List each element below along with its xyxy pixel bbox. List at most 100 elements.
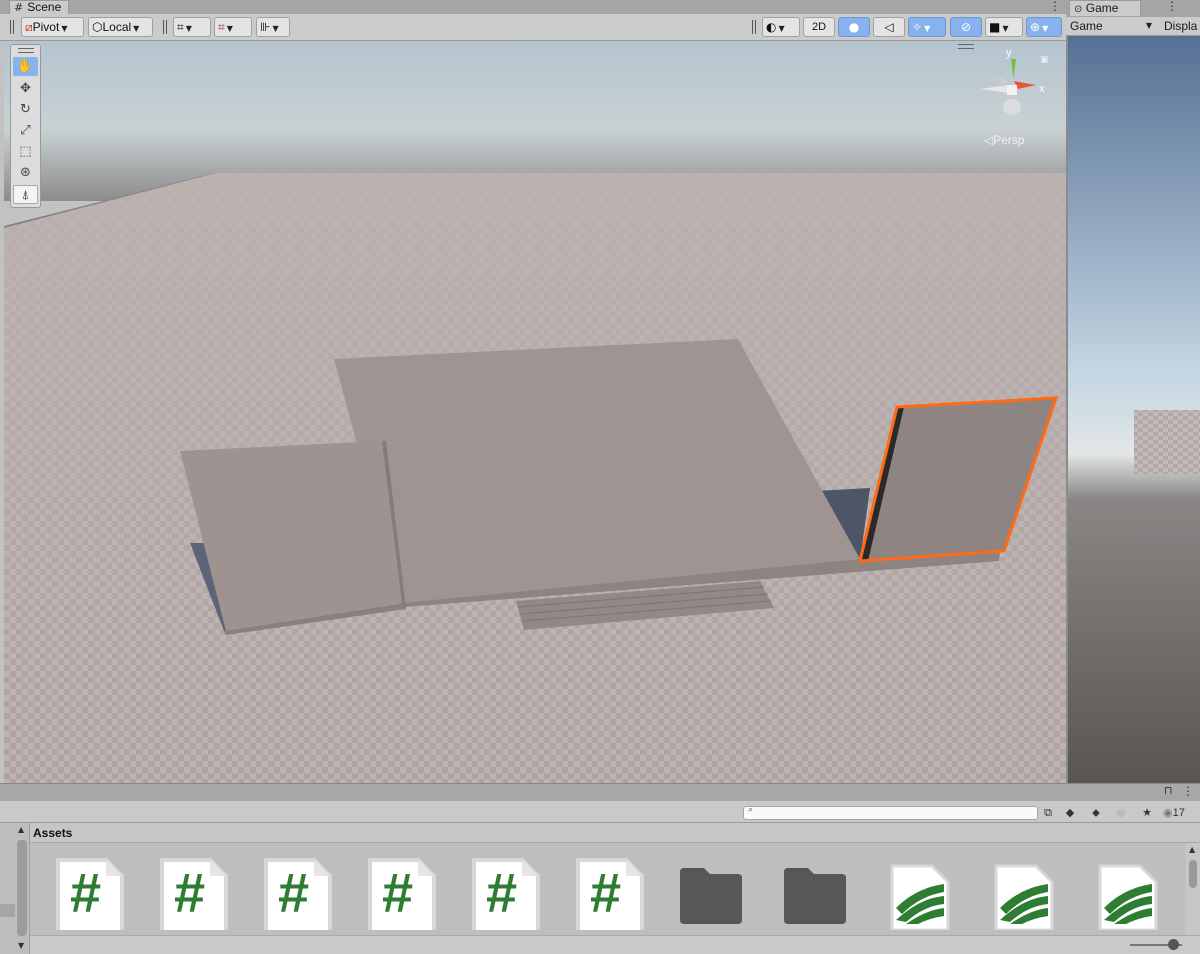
filter-label-button[interactable]: ⬥ — [1088, 805, 1104, 821]
hand-tool-button[interactable]: ✋ — [13, 57, 38, 76]
scene-viewport[interactable]: y x ▣ — [4, 41, 1066, 783]
chevron-down-icon: ▼ — [61, 24, 68, 33]
game-view-label: Game — [1070, 19, 1103, 33]
transform-tool-button[interactable]: ⊛ — [13, 163, 38, 182]
projection-toggle[interactable]: ◁Persp — [984, 133, 1025, 147]
toolbar-grip-right[interactable] — [752, 20, 756, 34]
chevron-down-icon: ▼ — [226, 24, 233, 33]
increment-snap-toggle[interactable]: ⌗ ▼ — [214, 17, 252, 37]
filter-type-button[interactable]: ◆ — [1062, 805, 1078, 821]
lighting-toggle[interactable]: ● — [838, 17, 870, 37]
chevron-down-icon: ▼ — [185, 24, 192, 33]
panel-divider[interactable]: ⊓ ⋮ — [0, 783, 1200, 801]
move-tool-button[interactable]: ✥ — [13, 79, 38, 98]
scene-tab-label: Scene — [27, 0, 62, 14]
game-toolbar: Game ▼ Displa — [1066, 17, 1200, 36]
visible-count: 17 — [1172, 807, 1185, 819]
scene-toolbar: ⧄Pivot ▼ ⬡Local ▼ ⌗ ▼ ⌗ ▼ ⊪ ▼ ◐ ▼ 2D ● ◁ ✧ ▼ ⊘ … — [0, 14, 1066, 41]
custom-editor-tool-button[interactable]: ⍋ — [13, 185, 38, 204]
pivot-dropdown[interactable]: ⧄Pivot ▼ — [21, 17, 84, 37]
scene-grid-icon: # — [14, 1, 24, 14]
grid-snap-toggle[interactable]: ⌗ ▼ — [173, 17, 211, 37]
lock-icon[interactable]: ⊓ — [1164, 784, 1173, 797]
filter-by-type-icon: ⧉ — [1044, 806, 1052, 819]
terrain-layer-asset[interactable] — [886, 858, 958, 930]
gizmos-dropdown[interactable]: ⊕ ▼ — [1026, 17, 1062, 37]
gizmo-drag-handle[interactable] — [958, 44, 974, 49]
rect-tool-button[interactable]: ⬚ — [13, 142, 38, 161]
folder-asset[interactable] — [678, 858, 750, 930]
search-filter-button[interactable]: ⧉ — [1040, 805, 1056, 821]
scale-tool-button[interactable]: ⤢ — [13, 121, 38, 140]
game-tab[interactable]: ⊙ Game — [1069, 0, 1141, 16]
project-menu-icon[interactable]: ⋮ — [1182, 784, 1194, 798]
label-tag-icon: ⬥ — [1092, 806, 1100, 819]
project-status-bar — [30, 935, 1200, 954]
grid-snap-icon: ⌗ — [177, 20, 184, 34]
asset-grid-scrollbar[interactable]: ▲ — [1186, 843, 1200, 935]
scene-tab-menu-icon[interactable]: ⋮ — [1049, 0, 1061, 13]
local-cube-icon: ⬡ — [92, 20, 103, 34]
script-asset[interactable]: # — [262, 858, 334, 930]
script-glyph: # — [382, 861, 414, 924]
hidden-packages-toggle[interactable]: ◉17 — [1163, 805, 1199, 821]
game-viewport[interactable] — [1066, 36, 1200, 783]
transform-tools-overlay: ✋ ✥ ↻ ⤢ ⬚ ⊛ ⍋ — [10, 44, 41, 208]
tools-drag-handle[interactable] — [18, 48, 34, 53]
folder-icon — [784, 868, 846, 924]
favorites-button[interactable]: ★ — [1139, 805, 1155, 821]
align-toggle[interactable]: ⊪ ▼ — [256, 17, 290, 37]
filter-importlog-button[interactable]: ● — [1113, 805, 1129, 821]
terrain-layer-icon — [890, 864, 950, 930]
script-glyph: # — [70, 861, 102, 924]
scroll-down-arrow-icon[interactable]: ▼ — [18, 941, 24, 950]
audio-toggle[interactable]: ◁ — [873, 17, 905, 37]
display-dropdown[interactable]: Displa — [1164, 18, 1200, 34]
toggle-2d-button[interactable]: 2D — [803, 17, 835, 37]
rotate-icon: ↻ — [20, 102, 31, 117]
gizmo-axis-y-label: y — [1006, 47, 1012, 59]
eye-icon: ◉ — [1163, 806, 1173, 819]
script-asset[interactable]: # — [54, 858, 126, 930]
scene-tab-strip — [0, 0, 1066, 14]
asset-scroll-thumb[interactable] — [1189, 860, 1197, 888]
scene-view-gizmo[interactable]: y x ▣ — [978, 47, 1050, 121]
project-search-input[interactable]: ⌕ — [743, 805, 1038, 820]
scroll-up-arrow-icon[interactable]: ▲ — [1189, 845, 1195, 854]
terrain-layer-asset[interactable] — [990, 858, 1062, 930]
effects-dropdown[interactable]: ✧ ▼ — [908, 17, 946, 37]
script-asset[interactable]: # — [574, 858, 646, 930]
icon-size-slider-knob[interactable] — [1168, 939, 1179, 950]
chevron-down-icon: ▼ — [924, 24, 931, 33]
scene-visibility-toggle[interactable]: ⊘ — [950, 17, 982, 37]
folder-icon — [680, 868, 742, 924]
eye-hidden-icon: ⊘ — [960, 20, 972, 34]
type-filter-icon: ◆ — [1065, 806, 1075, 819]
scene-render — [4, 41, 1066, 783]
terrain-layer-icon — [1098, 864, 1158, 930]
breadcrumb-assets[interactable]: Assets — [33, 826, 72, 840]
scene-tab[interactable]: # Scene — [9, 0, 69, 14]
align-icon: ⊪ — [260, 20, 271, 34]
scroll-up-arrow-icon[interactable]: ▲ — [18, 825, 24, 834]
toolbar-grip-left[interactable] — [10, 20, 14, 34]
toolbar-grip[interactable] — [163, 20, 167, 34]
lightbulb-icon: ● — [848, 20, 860, 34]
camera-dropdown[interactable]: ■ ▼ — [985, 17, 1023, 37]
asset-grid: # # # # # # — [30, 843, 1185, 935]
script-asset[interactable]: # — [158, 858, 230, 930]
terrain-layer-asset[interactable] — [1094, 858, 1166, 930]
local-dropdown[interactable]: ⬡Local ▼ — [88, 17, 153, 37]
game-render — [1068, 36, 1200, 783]
script-asset[interactable]: # — [366, 858, 438, 930]
game-view-dropdown[interactable]: Game ▼ — [1070, 18, 1154, 34]
script-asset[interactable]: # — [470, 858, 542, 930]
folder-asset[interactable] — [782, 858, 854, 930]
shading-mode-dropdown[interactable]: ◐ ▼ — [762, 17, 800, 37]
lock-icon[interactable]: ▣ — [1040, 55, 1049, 65]
tree-scroll-thumb[interactable] — [17, 840, 27, 936]
rotate-tool-button[interactable]: ↻ — [13, 100, 38, 119]
breadcrumb[interactable]: Assets — [30, 823, 1200, 843]
game-tab-menu-icon[interactable]: ⋮ — [1166, 0, 1178, 13]
star-icon: ★ — [1142, 806, 1152, 819]
